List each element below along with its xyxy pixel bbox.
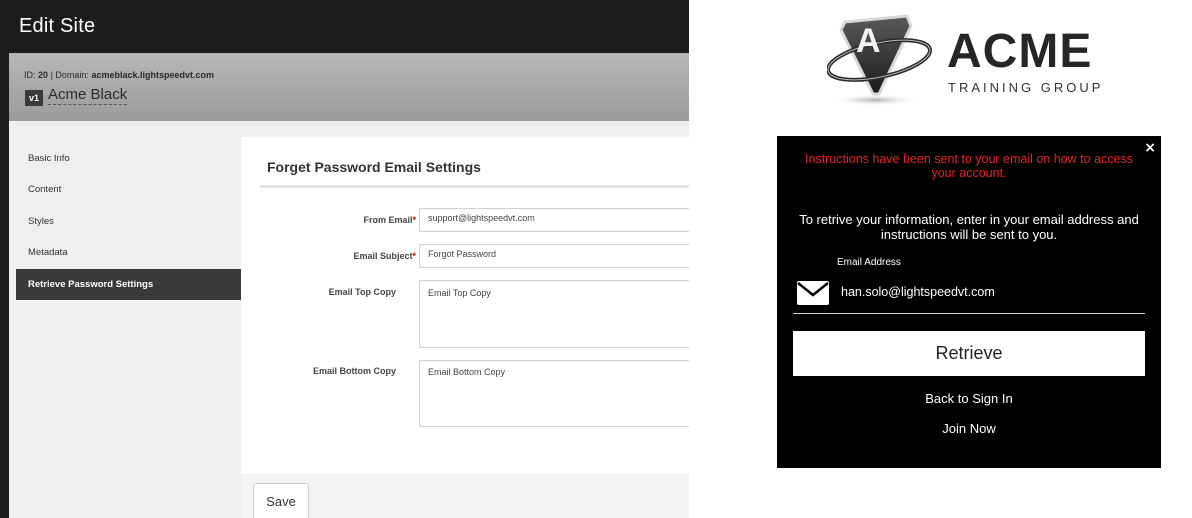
email-bottom-copy-textarea[interactable]: Email Bottom Copy bbox=[419, 360, 689, 427]
sidebar-item-styles[interactable]: Styles bbox=[16, 206, 241, 237]
from-email-label: From Email* bbox=[363, 215, 416, 225]
required-marker: * bbox=[412, 215, 416, 225]
admin-panel: Edit Site ID: 20 | Domain: acmeblack.lig… bbox=[0, 0, 689, 518]
instructions-text: To retrive your information, enter in yo… bbox=[799, 212, 1139, 242]
version-badge: v1 bbox=[25, 90, 43, 106]
sidebar-item-basic-info[interactable]: Basic Info bbox=[16, 143, 241, 174]
envelope-icon bbox=[797, 281, 829, 305]
logo-wordmark: ACME bbox=[947, 25, 1093, 78]
site-domain-label: Domain: bbox=[55, 70, 89, 80]
success-alert: Instructions have been sent to your emai… bbox=[805, 152, 1133, 180]
logo-shield-letter: A bbox=[856, 22, 881, 60]
site-meta: ID: 20 | Domain: acmeblack.lightspeedvt.… bbox=[24, 70, 214, 80]
email-settings-form: Forget Password Email Settings From Emai… bbox=[241, 137, 689, 474]
email-top-copy-label: Email Top Copy bbox=[328, 287, 396, 297]
sidebar-item-metadata[interactable]: Metadata bbox=[16, 237, 241, 268]
sidebar-item-retrieve-password-settings[interactable]: Retrieve Password Settings bbox=[16, 268, 241, 300]
site-name-editable[interactable]: Acme Black bbox=[48, 86, 128, 105]
retrieve-password-modal: × Instructions have been sent to your em… bbox=[777, 136, 1161, 468]
save-button[interactable]: Save bbox=[253, 483, 309, 518]
email-subject-input[interactable]: Forgot Password bbox=[419, 244, 689, 268]
retrieve-button[interactable]: Retrieve bbox=[793, 331, 1145, 376]
login-preview: A ACME TRAINING GROUP × Instructions hav… bbox=[689, 0, 1192, 518]
join-now-link[interactable]: Join Now bbox=[777, 421, 1161, 436]
site-meta-separator: | bbox=[50, 70, 53, 80]
form-footer: Save bbox=[241, 474, 689, 518]
site-id-label: ID: bbox=[24, 70, 36, 80]
logo-tagline: TRAINING GROUP bbox=[948, 80, 1104, 95]
email-top-copy-textarea[interactable]: Email Top Copy bbox=[419, 280, 689, 348]
email-bottom-copy-label: Email Bottom Copy bbox=[312, 366, 396, 376]
page-title: Edit Site bbox=[19, 15, 96, 37]
site-domain-value: acmeblack.lightspeedvt.com bbox=[91, 70, 214, 80]
site-id-value: 20 bbox=[38, 70, 49, 80]
acme-shield-icon bbox=[826, 14, 932, 106]
form-divider bbox=[260, 185, 689, 188]
required-marker: * bbox=[412, 251, 416, 261]
back-to-sign-in-link[interactable]: Back to Sign In bbox=[777, 391, 1161, 406]
email-address-label: Email Address bbox=[837, 257, 901, 268]
email-subject-label: Email Subject* bbox=[353, 251, 416, 261]
email-input[interactable]: han.solo@lightspeedvt.com bbox=[841, 285, 1141, 299]
site-header: ID: 20 | Domain: acmeblack.lightspeedvt.… bbox=[9, 53, 689, 121]
email-input-underline bbox=[793, 313, 1145, 314]
form-title: Forget Password Email Settings bbox=[267, 159, 481, 175]
content-area: Basic Info Content Styles Metadata Retri… bbox=[9, 121, 689, 518]
close-icon[interactable]: × bbox=[1144, 140, 1156, 156]
settings-sidebar: Basic Info Content Styles Metadata Retri… bbox=[16, 143, 241, 300]
from-email-input[interactable]: support@lightspeedvt.com bbox=[419, 208, 689, 232]
sidebar-item-content[interactable]: Content bbox=[16, 174, 241, 205]
acme-logo: A ACME TRAINING GROUP bbox=[826, 12, 1112, 112]
